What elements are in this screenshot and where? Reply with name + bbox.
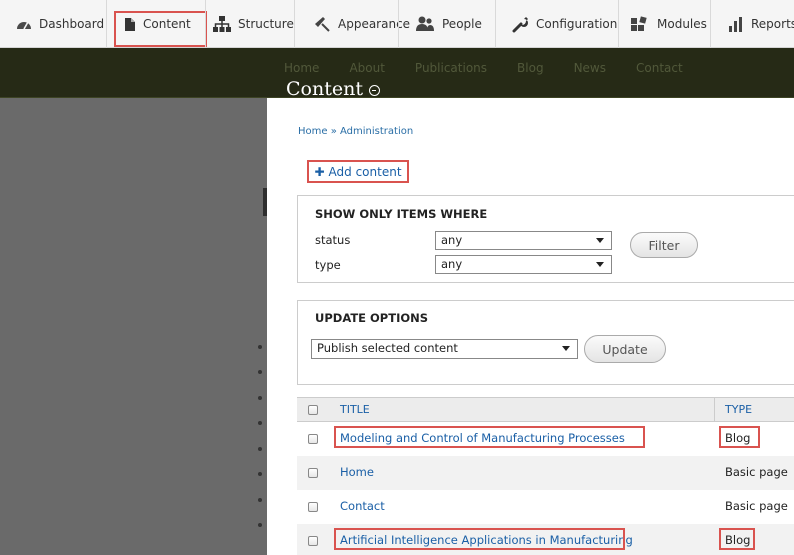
backdrop-bullet [258,345,262,349]
column-header-type[interactable]: TYPE [725,403,752,416]
row-title-link[interactable]: Contact [340,499,385,513]
reports-icon [729,17,742,32]
row-type: Basic page [725,465,788,479]
backdrop-bullet [258,396,262,400]
table-row: Home Basic page [297,456,794,490]
update-fieldset: UPDATE OPTIONS Publish selected content … [297,300,794,385]
collapse-icon[interactable] [368,85,380,96]
update-action-value: Publish selected content [317,341,458,355]
toolbar-label: People [442,17,482,31]
backdrop-bullet [258,370,262,374]
status-label: status [315,233,351,247]
toolbar-label: Dashboard [39,17,105,31]
highlight-box [334,528,625,550]
site-nav-blog[interactable]: Blog [517,61,544,75]
toolbar-item-reports[interactable]: Reports [718,0,794,48]
highlight-box [719,528,755,550]
type-select-value: any [441,257,463,271]
select-all-checkbox[interactable] [308,405,318,415]
toolbar-item-structure[interactable]: Structure [203,0,294,48]
row-checkbox[interactable] [308,468,318,478]
toolbar-label: Content [143,17,191,31]
dashboard-icon [17,21,31,30]
row-title-link[interactable]: Home [340,465,374,479]
add-content-label: Add content [328,164,402,179]
table-row: Modeling and Control of Manufacturing Pr… [297,422,794,456]
appearance-icon [315,17,330,32]
toolbar-item-appearance[interactable]: Appearance [303,0,410,48]
site-nav-home[interactable]: Home [284,61,319,75]
highlight-box [719,426,760,448]
filter-button[interactable]: Filter [630,232,698,258]
type-label: type [315,258,341,272]
status-select-value: any [441,233,463,247]
backdrop-bullet [258,472,262,476]
site-nav-about[interactable]: About [349,61,384,75]
column-divider [714,397,715,422]
add-content-button[interactable]: ✚ Add content [307,160,409,183]
update-button-label: Update [602,341,648,357]
backdrop-bullet [258,498,262,502]
plus-icon: ✚ [314,164,325,179]
toolbar-item-people[interactable]: People [405,0,482,48]
toolbar-item-configuration[interactable]: Configuration [502,0,617,48]
table-header: TITLE TYPE [297,397,794,422]
people-icon [416,16,434,31]
toolbar-label: Structure [238,17,294,31]
site-nav-news[interactable]: News [574,61,606,75]
backdrop-bullet [258,447,262,451]
toolbar-label: Configuration [536,17,618,31]
modules-icon [631,16,647,31]
row-checkbox[interactable] [308,536,318,546]
site-nav: Home About Publications Blog News Contac… [284,61,683,75]
update-action-select[interactable]: Publish selected content [311,339,578,359]
content-icon [125,17,135,31]
type-select[interactable]: any [435,255,612,274]
toolbar-label: Reports [751,17,794,31]
toolbar-label: Appearance [338,17,411,31]
overlay-backdrop [0,98,267,555]
row-type: Basic page [725,499,788,513]
filter-legend: SHOW ONLY ITEMS WHERE [315,207,488,221]
site-nav-publications[interactable]: Publications [415,61,487,75]
row-checkbox[interactable] [308,434,318,444]
filter-button-label: Filter [648,237,680,253]
toolbar-item-dashboard[interactable]: Dashboard [6,0,104,48]
structure-icon [213,16,231,32]
toolbar-item-content[interactable]: Content [114,0,207,48]
update-legend: UPDATE OPTIONS [315,311,429,325]
highlight-box [334,426,645,448]
toolbar-label: Modules [657,17,707,31]
page-title: Content [286,78,380,100]
page-title-text: Content [286,78,363,100]
table-row: Contact Basic page [297,490,794,524]
filter-fieldset: SHOW ONLY ITEMS WHERE status any type an… [297,195,794,283]
column-header-title[interactable]: TITLE [340,403,370,416]
admin-toolbar: Dashboard Content Structure Appearance P… [0,0,794,48]
toolbar-item-modules[interactable]: Modules [620,0,707,48]
configuration-icon [512,16,528,32]
row-checkbox[interactable] [308,502,318,512]
update-button[interactable]: Update [584,335,666,363]
site-nav-contact[interactable]: Contact [636,61,683,75]
backdrop-bullet [258,523,262,527]
status-select[interactable]: any [435,231,612,250]
breadcrumb[interactable]: Home » Administration [298,126,413,137]
backdrop-bullet [258,421,262,425]
table-row: Artificial Intelligence Applications in … [297,524,794,555]
